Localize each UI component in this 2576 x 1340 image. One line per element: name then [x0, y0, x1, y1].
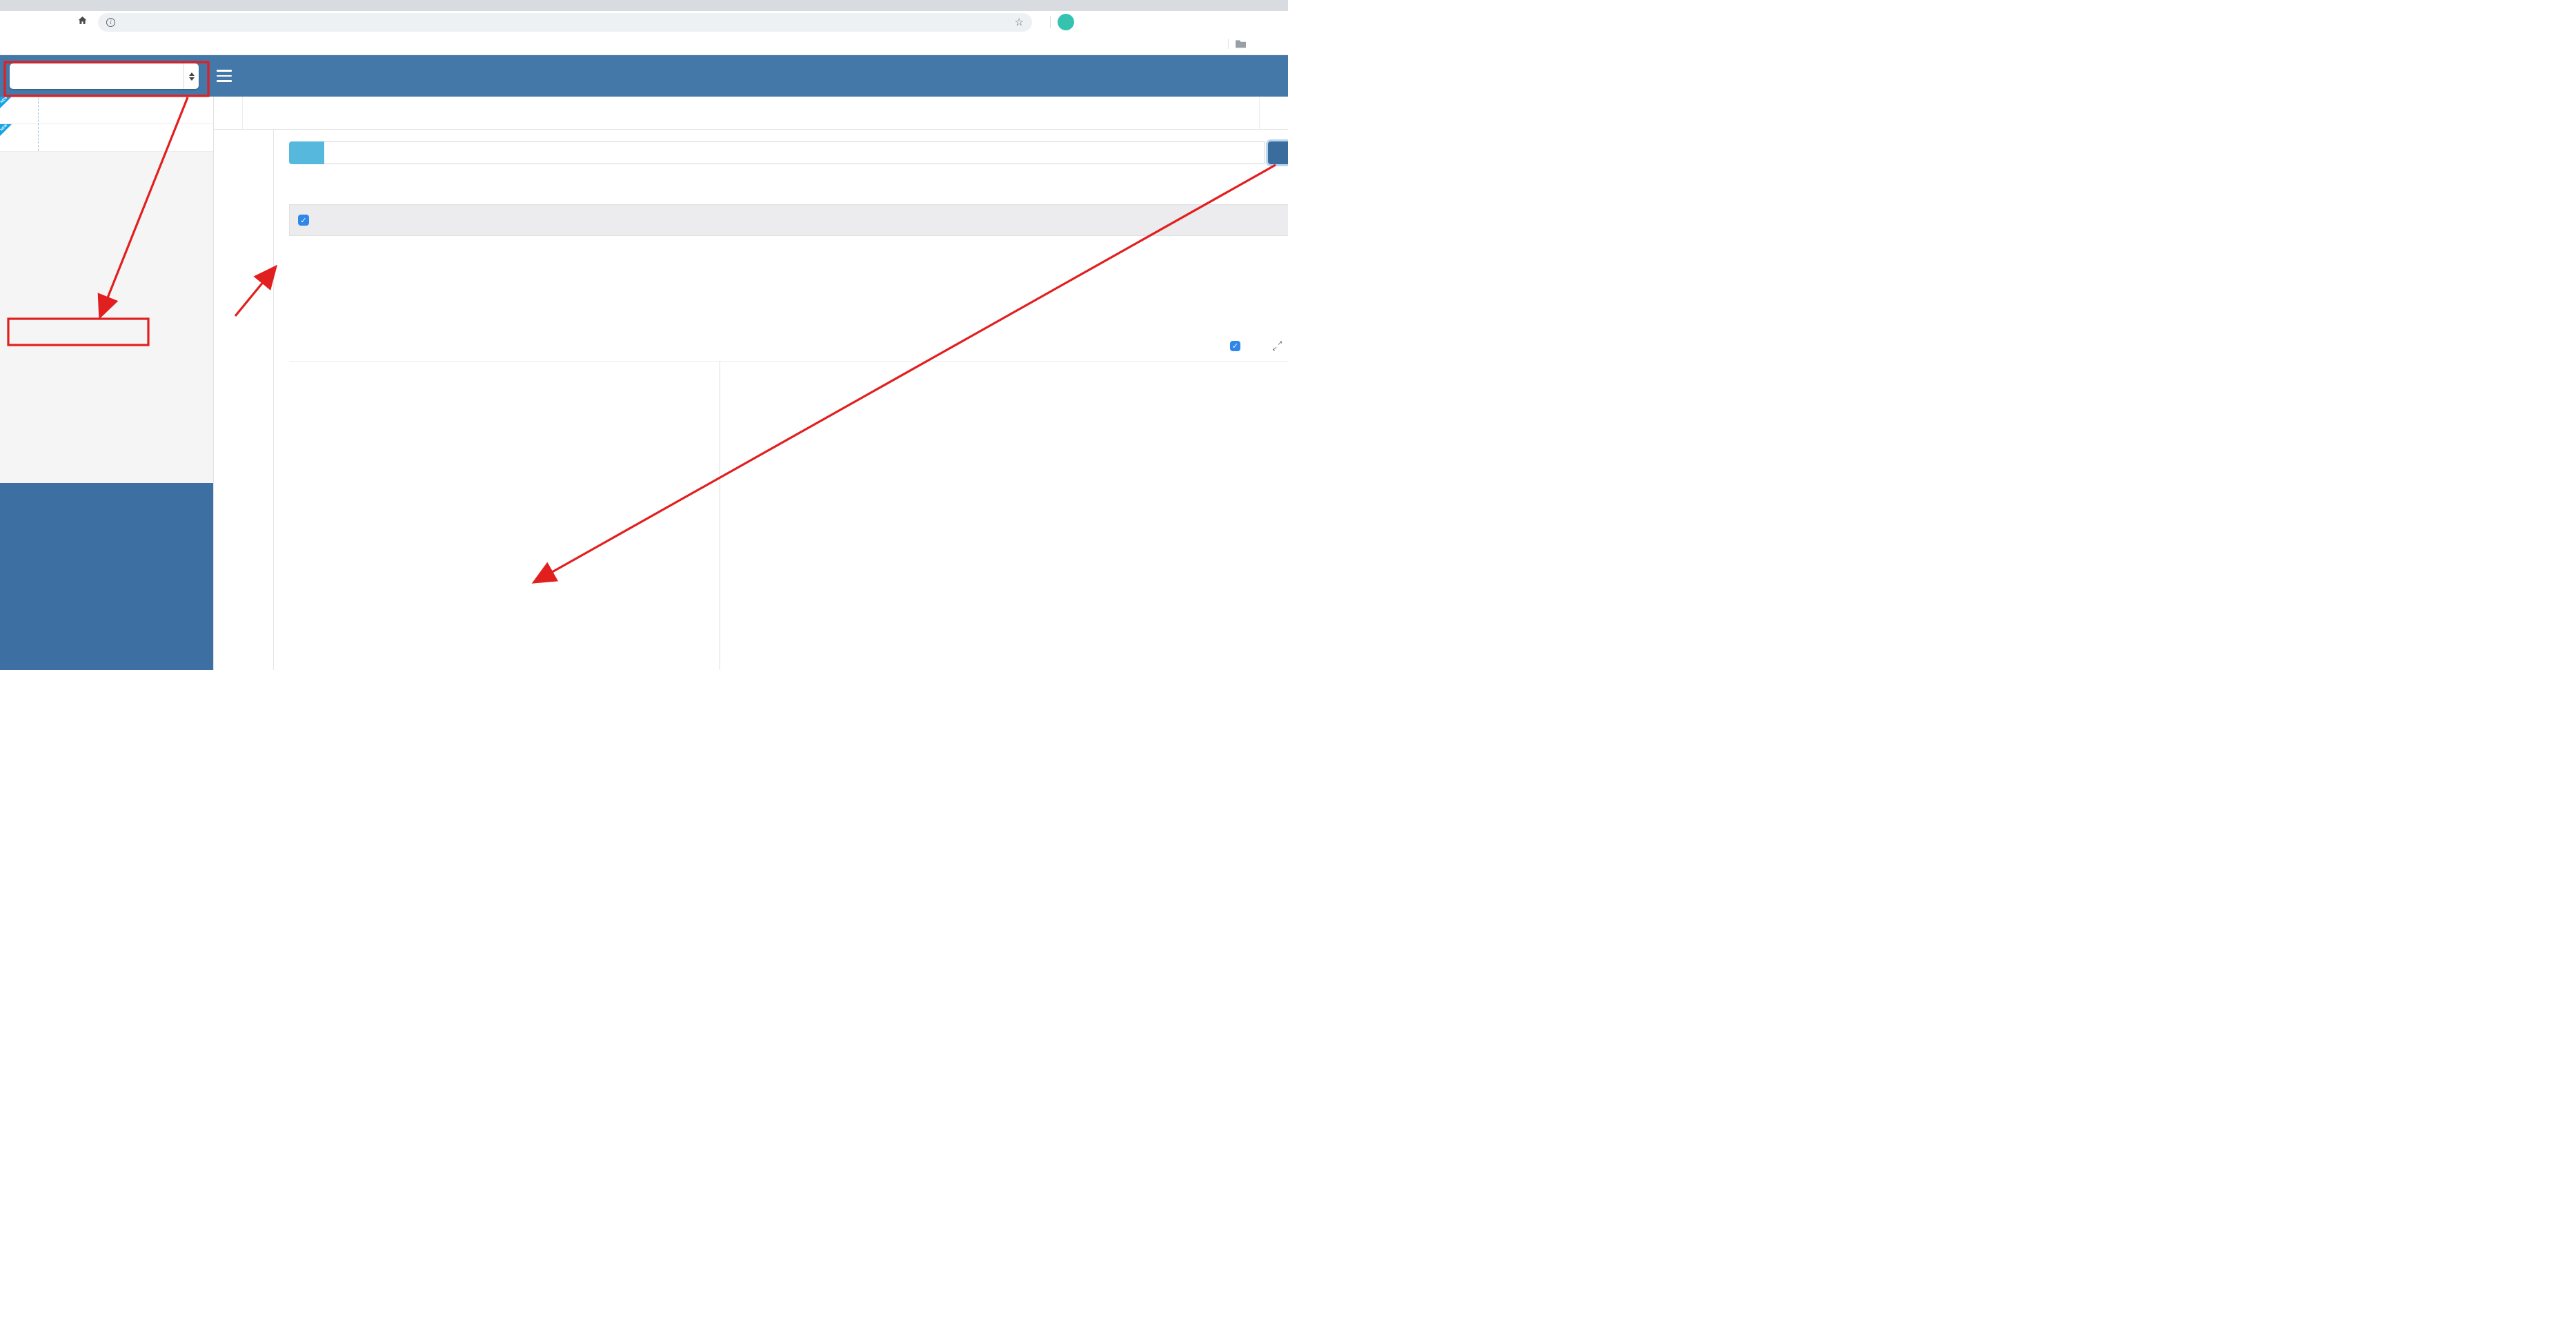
params-table-header: ✓: [290, 205, 1288, 235]
other-bookmarks[interactable]: [1228, 39, 1268, 49]
col-param-value: [699, 205, 1288, 235]
response-editor[interactable]: [289, 362, 1288, 670]
page-info-icon[interactable]: i: [106, 17, 115, 27]
col-param-name: [444, 205, 699, 235]
browser-tabstrip: [0, 0, 1288, 11]
menu-toggle-icon[interactable]: [217, 70, 232, 82]
bookmarks-bar: [0, 33, 1288, 55]
browser-toolbar: i ☆: [0, 11, 1288, 33]
folder-icon: [1236, 40, 1246, 48]
send-button[interactable]: [1268, 141, 1288, 164]
document-tabbar: [214, 97, 1288, 130]
expand-tabs-icon[interactable]: [1259, 97, 1288, 129]
sidebar-item-get-verify-token[interactable]: NEW: [0, 124, 213, 152]
sidebar: NEW NEW: [0, 96, 214, 670]
debug-panel: ✓ ✓ ↗ ↙: [274, 130, 1288, 670]
toolbar-divider: [1050, 16, 1051, 28]
show-desc-checkbox[interactable]: ✓: [1230, 340, 1240, 351]
sidebar-item-post-login[interactable]: NEW: [0, 96, 213, 124]
module-select[interactable]: [10, 63, 199, 89]
params-table: ✓: [289, 204, 1288, 236]
bookmark-star-icon[interactable]: ☆: [1015, 16, 1024, 28]
address-bar[interactable]: i ☆: [98, 12, 1032, 32]
home-icon[interactable]: [70, 15, 94, 29]
app-header: [0, 55, 1288, 97]
collapse-tabs-icon[interactable]: [214, 97, 243, 129]
fullscreen-icon[interactable]: ↗ ↙: [1272, 339, 1282, 351]
response-tabbar: ✓ ↗ ↙: [289, 330, 1288, 362]
select-all-checkbox[interactable]: ✓: [298, 215, 309, 226]
col-param-type: [332, 205, 444, 235]
request-path-field[interactable]: [324, 141, 1265, 164]
http-method-chip: [289, 141, 324, 164]
profile-avatar[interactable]: [1058, 14, 1074, 30]
view-mode-tabs: [214, 130, 274, 670]
response-meta: ✓ ↗ ↙: [1230, 330, 1282, 362]
select-stepper-icon: [184, 63, 199, 89]
browser-window: i ☆ NEW NEW ✓ ✓ ↗ ↙: [0, 0, 1288, 670]
